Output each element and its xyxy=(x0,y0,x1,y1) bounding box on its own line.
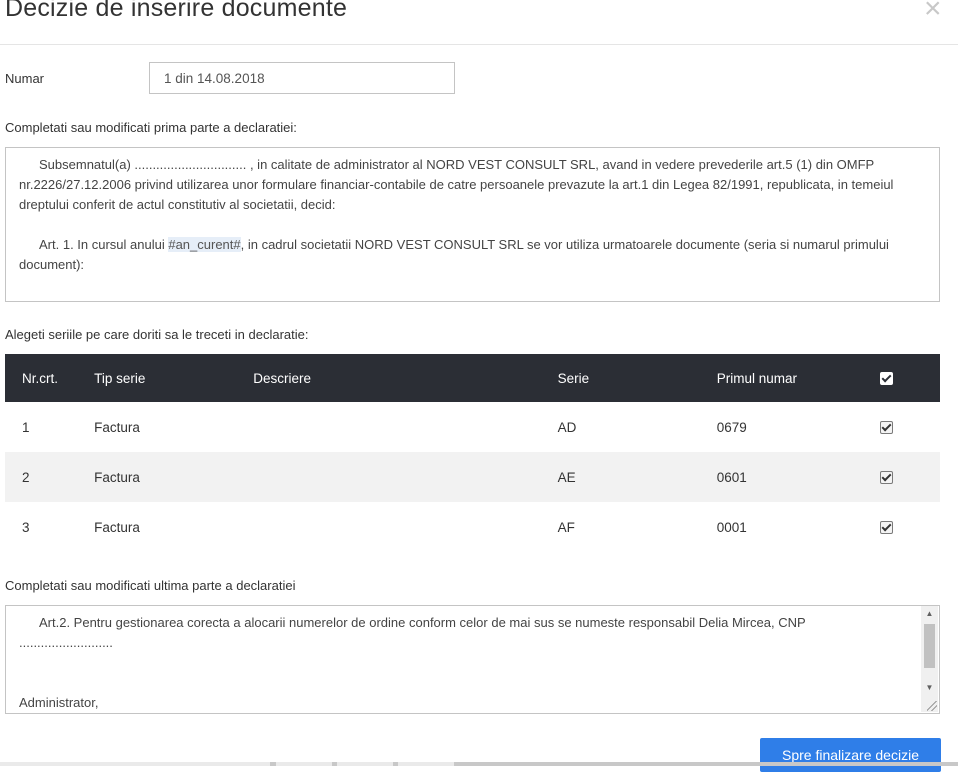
cell-checkbox xyxy=(879,502,940,552)
taskbar-segment xyxy=(276,762,332,766)
taskbar-segment xyxy=(337,762,393,766)
row-checkbox[interactable] xyxy=(879,471,893,485)
modal-title: Decizie de inserire documente xyxy=(5,0,348,22)
first-part-textarea[interactable]: Subsemnatul(a) .........................… xyxy=(5,147,940,302)
scroll-down-icon[interactable]: ▼ xyxy=(921,683,938,692)
placeholder-token: #an_curent# xyxy=(168,237,241,252)
table-row: 1 Factura AD 0679 xyxy=(5,402,940,452)
cell-primul-numar: 0001 xyxy=(716,519,747,535)
header-divider xyxy=(0,44,958,45)
numar-label: Numar xyxy=(5,71,45,86)
first-part-label: Completati sau modificati prima parte a … xyxy=(5,120,297,135)
taskbar-segment xyxy=(0,762,270,766)
taskbar-strip xyxy=(0,762,958,766)
cell-descriere xyxy=(253,452,558,502)
cell-descriere xyxy=(253,502,557,552)
select-all-checkbox[interactable] xyxy=(879,372,893,386)
last-part-line-1: Art.2. Pentru gestionarea corecta a aloc… xyxy=(39,615,806,630)
cell-primul-numar: 0679 xyxy=(716,419,747,435)
select-all-cell xyxy=(879,354,940,402)
scrollbar-thumb[interactable] xyxy=(924,624,935,668)
cell-serie: AD xyxy=(557,419,577,435)
numar-input[interactable] xyxy=(149,62,455,94)
table-header-row: Nr.crt. Tip serie Descriere Serie Primul… xyxy=(5,354,940,402)
cell-nr: 3 xyxy=(22,519,30,535)
column-header-primul-numar: Primul numar xyxy=(716,354,880,402)
cell-tip: Factura xyxy=(94,452,254,502)
series-table: Nr.crt. Tip serie Descriere Serie Primul… xyxy=(5,354,940,552)
first-part-paragraph-2-start: Art. 1. In cursul anului xyxy=(39,237,169,252)
last-part-line-3: Administrator, xyxy=(19,695,99,710)
cell-primul-numar: 0601 xyxy=(716,452,880,502)
close-icon[interactable]: × xyxy=(924,0,942,24)
table-row: 2 Factura AE 0601 xyxy=(5,452,940,502)
cell-nr: 2 xyxy=(5,452,95,502)
cell-serie: AE xyxy=(557,452,717,502)
last-part-textarea[interactable]: Art.2. Pentru gestionarea corecta a aloc… xyxy=(5,605,940,714)
last-part-line-2: .......................... xyxy=(19,635,113,650)
cell-tip: Factura xyxy=(94,519,140,535)
cell-checkbox xyxy=(879,402,940,452)
cell-checkbox xyxy=(879,452,940,502)
cell-serie: AF xyxy=(557,519,575,535)
column-header-descriere: Descriere xyxy=(253,354,558,402)
row-checkbox[interactable] xyxy=(879,421,893,435)
table-row: 3 Factura AF 0001 xyxy=(5,502,940,552)
column-header-serie: Serie xyxy=(557,354,717,402)
taskbar-segment xyxy=(398,762,454,766)
column-header-tip: Tip serie xyxy=(94,354,254,402)
cell-tip: Factura xyxy=(94,419,140,435)
cell-descriere xyxy=(253,402,557,452)
finalize-decision-button[interactable]: Spre finalizare decizie xyxy=(760,738,941,772)
row-checkbox[interactable] xyxy=(879,521,893,535)
first-part-paragraph-1: Subsemnatul(a) .........................… xyxy=(19,157,894,212)
last-part-label: Completati sau modificati ultima parte a… xyxy=(5,578,296,593)
series-label: Alegeti seriile pe care doriti sa le tre… xyxy=(5,327,309,342)
resize-grip-icon[interactable] xyxy=(927,701,937,711)
column-header-nr: Nr.crt. xyxy=(5,354,95,402)
textarea-scrollbar[interactable]: ▲ ▼ xyxy=(921,606,938,712)
cell-nr: 1 xyxy=(22,419,30,435)
scroll-up-icon[interactable]: ▲ xyxy=(921,609,938,618)
